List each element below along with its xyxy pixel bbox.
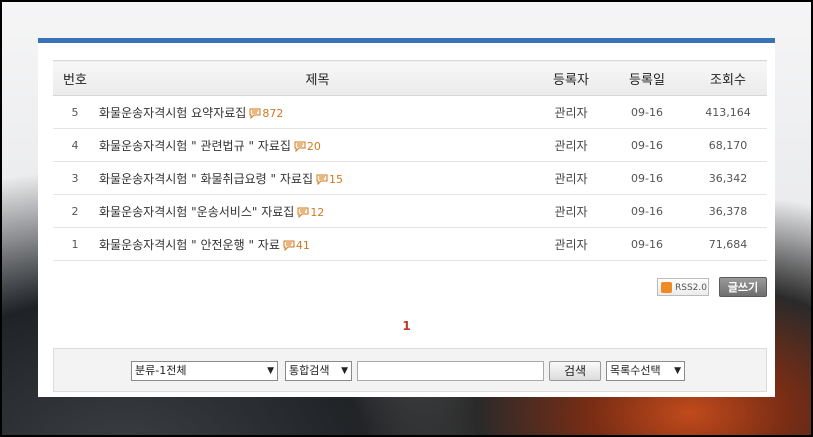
row-author: 관리자 xyxy=(537,227,605,261)
row-views: 413,164 xyxy=(689,95,767,129)
chevron-down-icon: ▼ xyxy=(674,366,681,376)
category-select-value: 분류-1전체 xyxy=(135,364,187,377)
comment-icon xyxy=(297,207,309,218)
header-author: 등록자 xyxy=(537,60,605,96)
comment-count[interactable]: 20 xyxy=(307,140,321,153)
row-date: 09-16 xyxy=(605,227,689,261)
row-views: 68,170 xyxy=(689,128,767,162)
row-views: 71,684 xyxy=(689,227,767,261)
row-title-cell: 화물운송자격시험 " 안전운행 " 자료 41 xyxy=(97,227,537,261)
post-title-link[interactable]: 화물운송자격시험 요약자료집 xyxy=(99,106,246,120)
row-date: 09-16 xyxy=(605,128,689,162)
row-author: 관리자 xyxy=(537,128,605,162)
header-num: 번호 xyxy=(53,60,97,96)
current-page[interactable]: 1 xyxy=(402,319,410,333)
search-type-value: 통합검색 xyxy=(289,364,330,377)
table-row: 2 화물운송자격시험 "운송서비스" 자료집 12 관리자 09-16 36,37… xyxy=(53,194,767,228)
comment-count[interactable]: 15 xyxy=(329,173,343,186)
comment-count[interactable]: 872 xyxy=(262,107,283,120)
chevron-down-icon: ▼ xyxy=(267,366,274,376)
top-accent-bar xyxy=(38,38,775,43)
row-num: 4 xyxy=(53,128,97,162)
row-date: 09-16 xyxy=(605,161,689,195)
comment-count[interactable]: 12 xyxy=(310,206,324,219)
table-row: 3 화물운송자격시험 " 화물취급요령 " 자료집 15 관리자 09-16 36… xyxy=(53,161,767,195)
comment-icon xyxy=(294,141,306,152)
post-title-link[interactable]: 화물운송자격시험 " 관련법규 " 자료집 xyxy=(99,139,291,153)
comment-count[interactable]: 41 xyxy=(296,239,310,252)
post-title-link[interactable]: 화물운송자격시험 " 안전운행 " 자료 xyxy=(99,238,280,252)
post-title-link[interactable]: 화물운송자격시험 " 화물취급요령 " 자료집 xyxy=(99,172,313,186)
row-title-cell: 화물운송자격시험 요약자료집 872 xyxy=(97,95,537,129)
rss-icon xyxy=(661,282,672,293)
row-views: 36,378 xyxy=(689,194,767,228)
chevron-down-icon: ▼ xyxy=(341,366,348,376)
header-views: 조회수 xyxy=(689,60,767,96)
row-date: 09-16 xyxy=(605,95,689,129)
row-num: 5 xyxy=(53,95,97,129)
list-count-value: 목록수선택 xyxy=(610,364,661,377)
comment-icon xyxy=(316,174,328,185)
row-title-cell: 화물운송자격시험 " 관련법규 " 자료집 20 xyxy=(97,128,537,162)
row-author: 관리자 xyxy=(537,95,605,129)
pagination: 1 xyxy=(38,319,775,333)
table-header-row: 번호 제목 등록자 등록일 조회수 xyxy=(53,60,767,96)
table-row: 5 화물운송자격시험 요약자료집 872 관리자 09-16 413,164 xyxy=(53,95,767,129)
row-author: 관리자 xyxy=(537,161,605,195)
header-date: 등록일 xyxy=(605,60,689,96)
row-views: 36,342 xyxy=(689,161,767,195)
search-input[interactable] xyxy=(357,361,544,381)
rss-button[interactable]: RSS2.0 xyxy=(657,278,709,296)
post-list-table: 번호 제목 등록자 등록일 조회수 5 화물운송자격시험 요약자료집 872 관리… xyxy=(53,60,767,261)
category-select[interactable]: 분류-1전체 ▼ xyxy=(131,361,278,381)
row-num: 1 xyxy=(53,227,97,261)
row-title-cell: 화물운송자격시험 " 화물취급요령 " 자료집 15 xyxy=(97,161,537,195)
list-count-select[interactable]: 목록수선택 ▼ xyxy=(606,361,685,381)
comment-icon xyxy=(249,108,261,119)
search-button[interactable]: 검색 xyxy=(549,361,601,381)
header-title: 제목 xyxy=(97,60,537,96)
row-num: 3 xyxy=(53,161,97,195)
comment-icon xyxy=(283,240,295,251)
rss-label: RSS2.0 xyxy=(675,283,707,293)
board-panel: 번호 제목 등록자 등록일 조회수 5 화물운송자격시험 요약자료집 872 관리… xyxy=(38,38,775,397)
post-title-link[interactable]: 화물운송자격시험 "운송서비스" 자료집 xyxy=(99,205,294,219)
search-type-select[interactable]: 통합검색 ▼ xyxy=(285,361,352,381)
search-bar: 분류-1전체 ▼ 통합검색 ▼ 검색 목록수선택 ▼ xyxy=(53,348,767,392)
row-num: 2 xyxy=(53,194,97,228)
table-row: 4 화물운송자격시험 " 관련법규 " 자료집 20 관리자 09-16 68,1… xyxy=(53,128,767,162)
row-title-cell: 화물운송자격시험 "운송서비스" 자료집 12 xyxy=(97,194,537,228)
write-button[interactable]: 글쓰기 xyxy=(719,277,767,297)
row-author: 관리자 xyxy=(537,194,605,228)
table-row: 1 화물운송자격시험 " 안전운행 " 자료 41 관리자 09-16 71,68… xyxy=(53,227,767,261)
row-date: 09-16 xyxy=(605,194,689,228)
